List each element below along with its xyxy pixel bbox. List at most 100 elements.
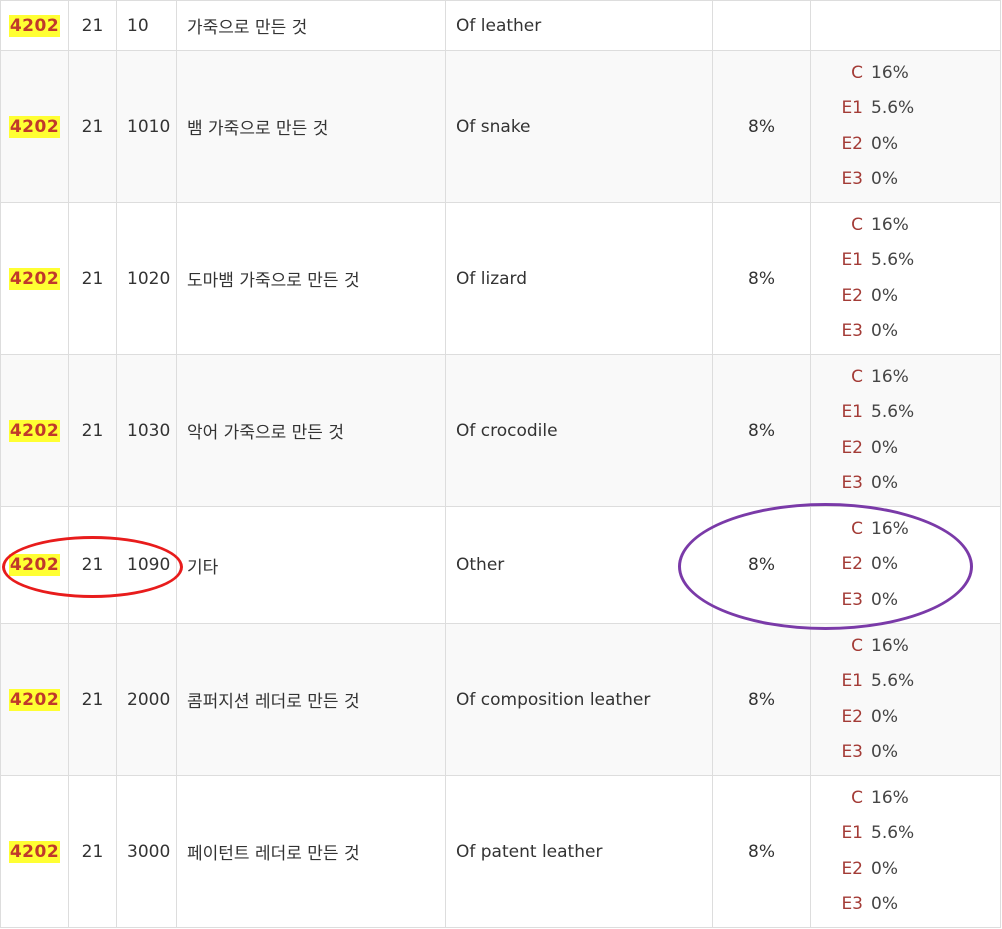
basic-rate: 8%: [748, 555, 775, 575]
hs-subheading-cell: 21: [68, 623, 117, 776]
preferential-rates-cell: C 16% E1 5.6% E2 0% E3 0%: [810, 202, 1001, 355]
basic-rate-cell: 8%: [712, 623, 811, 776]
english-description: Of lizard: [456, 268, 528, 289]
english-description: Other: [456, 555, 505, 575]
korean-description: 도마뱀 가죽으로 만든 것: [187, 271, 360, 291]
rate-code: E1: [841, 98, 863, 118]
preferential-rates-cell: C 16% E1 5.6% E2 0% E3 0%: [810, 623, 1001, 776]
rate-entry: E1 5.6%: [833, 395, 1000, 431]
rate-value: 5.6%: [871, 823, 915, 843]
rate-value: 16%: [871, 62, 909, 83]
korean-description-cell: 도마뱀 가죽으로 만든 것: [176, 202, 446, 355]
rate-code: E2: [841, 285, 863, 306]
english-description-cell: Other: [445, 506, 713, 624]
rate-entry: E2 0%: [833, 431, 1000, 467]
table-row: 4202 21 2000 콤퍼지션 레더로 만든 것 Of composition le…: [0, 623, 1001, 776]
rate-entry: E3 0%: [833, 466, 1000, 502]
basic-rate: 8%: [748, 116, 775, 137]
rate-value: 0%: [871, 133, 898, 154]
hs-subheading-cell: 21: [68, 202, 117, 355]
rate-code: E3: [841, 742, 863, 762]
hs-heading-code: 4202: [8, 267, 61, 290]
hs-heading-cell: 4202: [0, 0, 69, 51]
table-row: 4202 21 1020 도마뱀 가죽으로 만든 것 Of lizard 8% C 16% E1…: [0, 202, 1001, 355]
rate-entry: E3 0%: [833, 162, 1000, 198]
english-description: Of snake: [456, 116, 531, 137]
preferential-rates-cell: C 16% E1 5.6% E2 0% E3 0%: [810, 50, 1001, 203]
rate-value: 0%: [871, 706, 898, 727]
rate-code: E3: [841, 894, 863, 914]
national-code-cell: 1030: [116, 354, 177, 507]
table-row: 4202 21 1090 기타 Other 8% C 16% E2 0% E3 0%: [0, 506, 1001, 624]
hs-heading-cell: 4202: [0, 50, 69, 203]
rate-entry: E2 0%: [833, 127, 1000, 163]
korean-description: 뱀 가죽으로 만든 것: [187, 119, 329, 139]
basic-rate-cell: 8%: [712, 775, 811, 928]
national-code-cell: 1090: [116, 506, 177, 624]
hs-subheading-cell: 21: [68, 354, 117, 507]
rate-value: 0%: [871, 742, 898, 762]
rate-value: 0%: [871, 285, 898, 306]
rate-code: E2: [841, 706, 863, 727]
basic-rate: 8%: [748, 268, 775, 289]
hs-heading-cell: 4202: [0, 623, 69, 776]
korean-description-cell: 페이턴트 레더로 만든 것: [176, 775, 446, 928]
national-code-cell: 1020: [116, 202, 177, 355]
english-description-cell: Of lizard: [445, 202, 713, 355]
rate-code: C: [851, 635, 863, 656]
hs-heading-code: 4202: [8, 840, 61, 863]
rate-code: C: [851, 214, 863, 235]
korean-description-cell: 가죽으로 만든 것: [176, 0, 446, 51]
tariff-table-body: 4202 21 10 가죽으로 만든 것 Of leather 4202 21 1010 뱀 가…: [0, 0, 1001, 928]
hs-subheading-code: 21: [81, 841, 104, 862]
english-description: Of crocodile: [456, 420, 558, 441]
hs-heading-cell: 4202: [0, 354, 69, 507]
hs-subheading-code: 21: [81, 268, 104, 289]
hs-subheading-cell: 21: [68, 0, 117, 51]
national-code: 1020: [127, 268, 171, 289]
national-code: 1090: [127, 555, 171, 575]
korean-description-cell: 뱀 가죽으로 만든 것: [176, 50, 446, 203]
basic-rate: 8%: [748, 841, 775, 862]
rate-code: E3: [841, 589, 863, 610]
english-description-cell: Of patent leather: [445, 775, 713, 928]
rate-entry: E1 5.6%: [833, 664, 1000, 700]
hs-heading-cell: 4202: [0, 202, 69, 355]
rate-value: 0%: [871, 589, 898, 610]
rate-entry: C 16%: [833, 360, 1000, 396]
rate-code: E1: [841, 823, 863, 843]
rate-value: 0%: [871, 437, 898, 458]
rate-entry: E3 0%: [833, 314, 1000, 350]
rate-code: C: [851, 787, 863, 808]
rate-entry: C 16%: [833, 781, 1000, 817]
table-row: 4202 21 1010 뱀 가죽으로 만든 것 Of snake 8% C 16% E1 5.6…: [0, 50, 1001, 203]
rate-value: 0%: [871, 169, 898, 189]
korean-description: 콤퍼지션 레더로 만든 것: [187, 692, 360, 712]
rate-code: E2: [841, 133, 863, 154]
hs-heading-code: 4202: [8, 115, 61, 138]
korean-description-cell: 콤퍼지션 레더로 만든 것: [176, 623, 446, 776]
rate-value: 5.6%: [871, 98, 915, 118]
rate-entry: E3 0%: [833, 583, 1000, 619]
national-code: 10: [127, 15, 149, 36]
rate-value: 16%: [871, 518, 909, 539]
hs-subheading-cell: 21: [68, 775, 117, 928]
hs-heading-code: 4202: [8, 688, 61, 711]
rate-entry: C 16%: [833, 56, 1000, 92]
rate-value: 0%: [871, 321, 898, 341]
preferential-rates-cell: [810, 0, 1001, 51]
rate-value: 16%: [871, 366, 909, 387]
rate-code: E3: [841, 169, 863, 189]
rate-entry: E2 0%: [833, 700, 1000, 736]
rate-code: C: [851, 518, 863, 539]
basic-rate-cell: 8%: [712, 506, 811, 624]
rate-value: 5.6%: [871, 402, 915, 422]
rate-code: E3: [841, 321, 863, 341]
hs-subheading-code: 21: [81, 15, 104, 36]
national-code-cell: 10: [116, 0, 177, 51]
rate-code: C: [851, 62, 863, 83]
rate-code: E2: [841, 858, 863, 879]
rate-entry: E3 0%: [833, 887, 1000, 923]
hs-subheading-cell: 21: [68, 506, 117, 624]
rate-value: 0%: [871, 858, 898, 879]
